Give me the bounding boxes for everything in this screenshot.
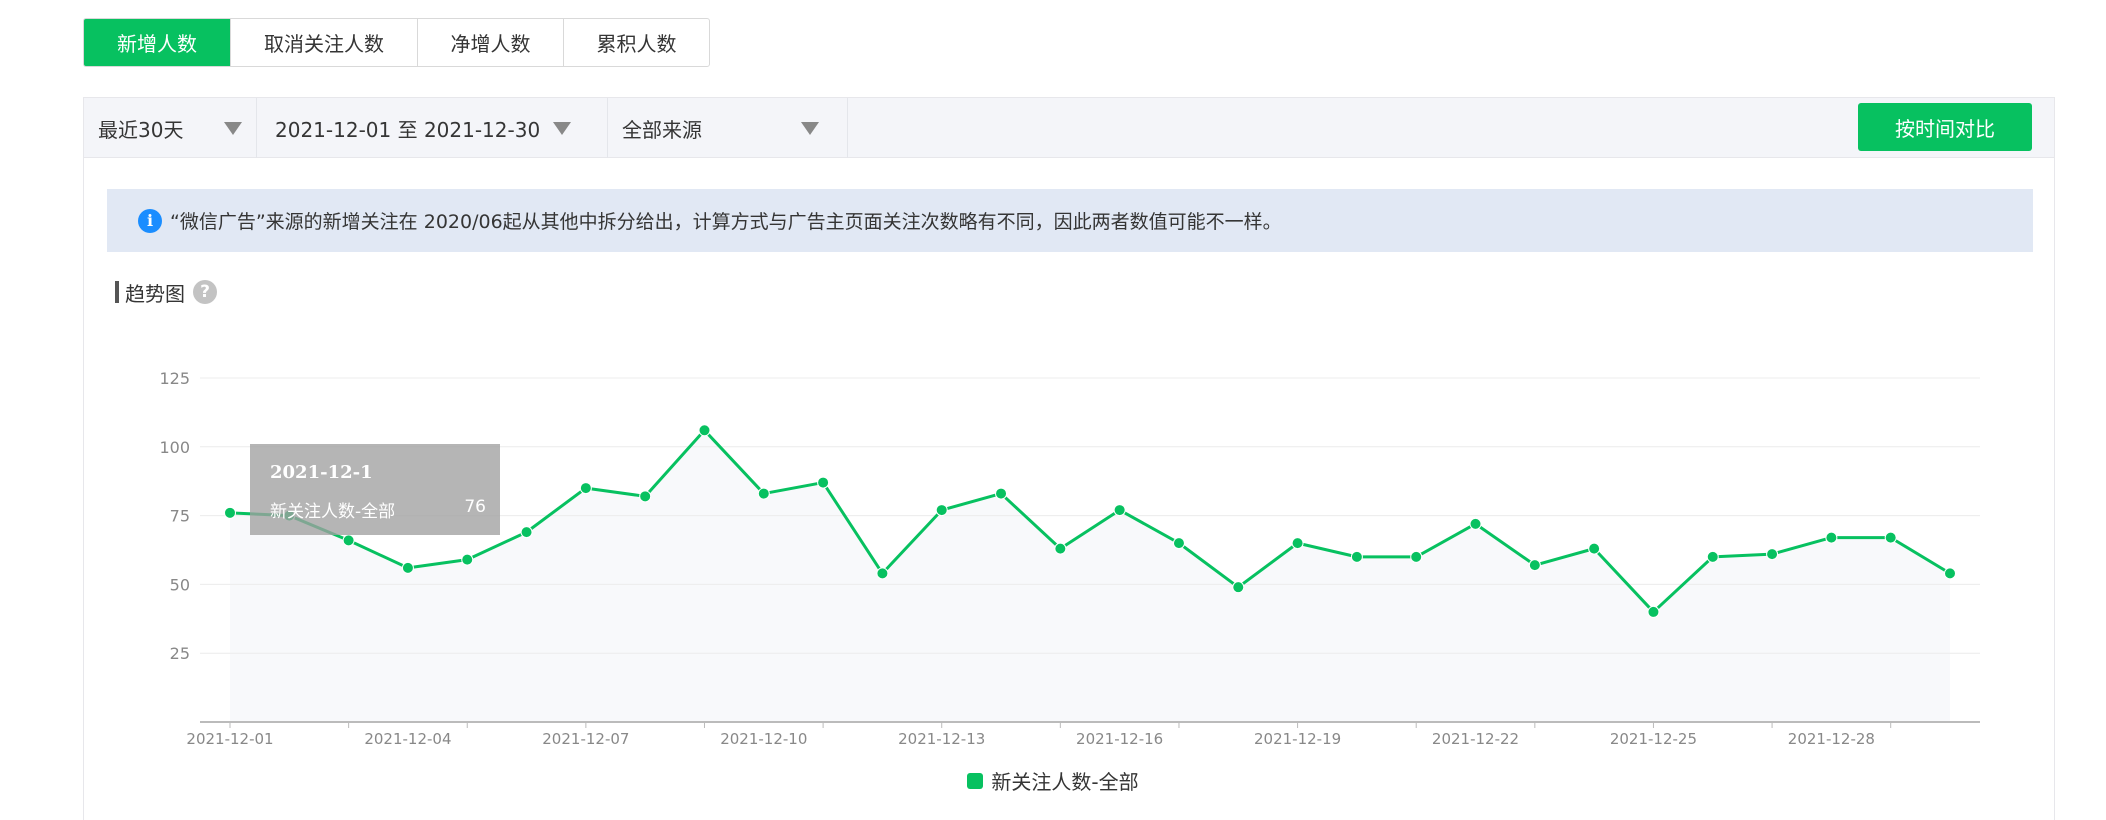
- data-point: [1647, 605, 1660, 618]
- x-tick-label: 2021-12-19: [1254, 730, 1341, 748]
- data-point: [1528, 559, 1541, 572]
- y-tick-label: 50: [170, 575, 190, 594]
- data-point: [1410, 550, 1423, 563]
- data-point: [224, 506, 236, 519]
- y-tick-label: 75: [170, 507, 190, 526]
- data-point: [935, 504, 948, 517]
- x-tick-label: 2021-12-07: [542, 730, 629, 748]
- y-tick-label: 100: [159, 438, 190, 457]
- data-point: [1291, 537, 1304, 550]
- data-point: [1054, 542, 1067, 555]
- tooltip-value: 76: [464, 497, 486, 517]
- data-point: [1469, 517, 1482, 530]
- data-point: [1350, 550, 1363, 563]
- x-tick-label: 2021-12-13: [898, 730, 985, 748]
- trend-line-chart: 25 50 75 100 125 2021-12-01 2021-12-04 2021-12-…: [159, 369, 1980, 748]
- data-point: [1884, 531, 1897, 544]
- legend-label[interactable]: 新关注人数-全部: [991, 766, 1138, 795]
- data-point: [698, 424, 711, 437]
- tooltip-series: 新关注人数-全部: [270, 502, 396, 522]
- x-tick-label: 2021-12-10: [720, 730, 807, 748]
- data-point: [1825, 531, 1838, 544]
- x-tick-label: 2021-12-25: [1610, 730, 1697, 748]
- data-point: [1944, 567, 1956, 580]
- data-point: [342, 534, 355, 547]
- data-point: [757, 487, 770, 500]
- x-tick-label: 2021-12-28: [1788, 730, 1875, 748]
- data-point: [1172, 537, 1185, 550]
- x-tick-label: 2021-12-16: [1076, 730, 1163, 748]
- x-tick-label: 2021-12-04: [364, 730, 451, 748]
- data-point: [995, 487, 1008, 500]
- x-tick-label: 2021-12-22: [1432, 730, 1519, 748]
- data-point: [579, 482, 592, 495]
- tooltip-date: 2021-12-1: [270, 462, 373, 483]
- y-tick-label: 25: [170, 644, 190, 663]
- data-point: [876, 567, 889, 580]
- data-point: [401, 561, 414, 574]
- data-point: [639, 490, 652, 503]
- x-tick-label: 2021-12-01: [186, 730, 273, 748]
- chart-legend: 新关注人数-全部: [0, 766, 2106, 795]
- legend-swatch: [967, 772, 984, 789]
- data-point: [817, 476, 830, 489]
- data-point: [1232, 581, 1245, 594]
- data-point: [520, 526, 533, 539]
- data-point: [1588, 542, 1601, 555]
- data-point: [1766, 548, 1779, 561]
- data-point: [1706, 550, 1719, 563]
- data-point: [1113, 504, 1126, 517]
- chart-tooltip: 2021-12-1 新关注人数-全部 76: [250, 444, 500, 535]
- data-point: [461, 553, 474, 566]
- y-tick-label: 125: [159, 369, 190, 388]
